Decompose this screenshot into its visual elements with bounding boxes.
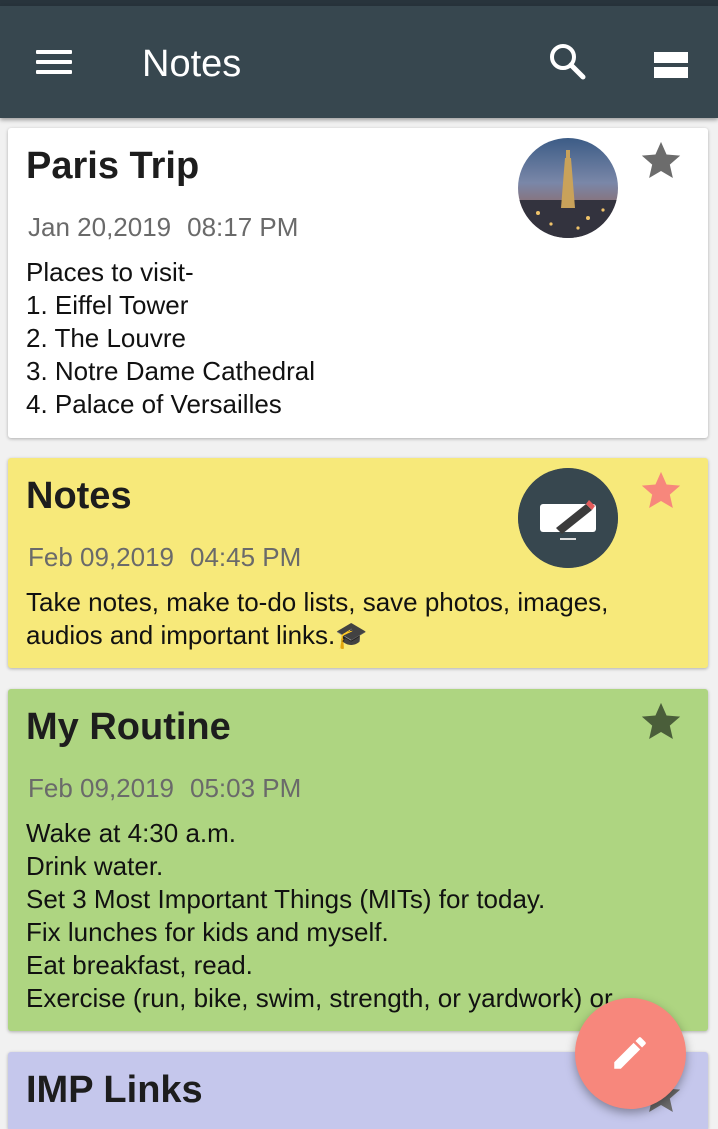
note-card-my-routine[interactable]: My Routine Feb 09,2019 05:03 PM Wake at 4… [8, 689, 708, 1031]
note-line: 4. Palace of Versailles [26, 389, 282, 419]
note-date: Feb 09,2019 05:03 PM [28, 771, 301, 805]
note-body: Take notes, make to-do lists, save photo… [26, 586, 694, 652]
note-line: Places to visit- [26, 257, 194, 287]
note-date-value: Feb 09,2019 [28, 542, 175, 572]
note-date: Feb 09,2019 04:45 PM [28, 540, 301, 574]
note-line: Fix lunches for kids and myself. [26, 917, 389, 947]
note-thumbnail-paris [518, 138, 618, 238]
note-line: 1. Eiffel Tower [26, 290, 189, 320]
star-icon[interactable] [638, 138, 684, 184]
note-line: Take notes, make to-do lists, save photo… [26, 587, 609, 617]
star-icon[interactable] [638, 468, 684, 514]
note-title: Notes [26, 475, 132, 517]
note-line: Drink water. [26, 851, 164, 881]
note-title: My Routine [26, 706, 231, 748]
note-body: Wake at 4:30 a.m. Drink water. Set 3 Mos… [26, 817, 694, 1015]
note-card-notes[interactable]: Notes Feb 09,2019 04:45 PM Take notes, ma… [8, 458, 708, 668]
star-icon[interactable] [638, 699, 684, 745]
note-line: Wake at 4:30 a.m. [26, 818, 237, 848]
note-line: Set 3 Most Important Things (MITs) for t… [26, 884, 546, 914]
note-time-value: 05:03 PM [190, 773, 302, 803]
note-line: Eat breakfast, read. [26, 950, 253, 980]
menu-icon[interactable] [28, 42, 80, 82]
note-card-paris-trip[interactable]: Paris Trip Jan 20,2019 08:17 PM Places t… [8, 128, 708, 438]
view-toggle-icon[interactable] [646, 42, 698, 94]
note-line: audios and important links.🎓 [26, 620, 368, 650]
edit-pencil-icon [614, 1037, 646, 1069]
note-date-value: Feb 09,2019 [28, 773, 175, 803]
note-date: Jan 20,2019 08:17 PM [28, 210, 298, 244]
search-icon[interactable] [548, 42, 600, 94]
app-title: Notes [142, 43, 242, 85]
note-time-value: 08:17 PM [187, 212, 299, 242]
note-thumbnail-notes-app [518, 468, 618, 568]
note-time-value: 04:45 PM [190, 542, 302, 572]
note-date-value: Jan 20,2019 [28, 212, 172, 242]
app-bar: Notes [0, 6, 718, 118]
note-title: IMP Links [26, 1069, 203, 1111]
new-note-button[interactable] [575, 998, 686, 1109]
note-line: 3. Notre Dame Cathedral [26, 356, 316, 386]
note-body: Places to visit- 1. Eiffel Tower 2. The … [26, 256, 694, 421]
note-line: 2. The Louvre [26, 323, 186, 353]
note-title: Paris Trip [26, 145, 200, 187]
